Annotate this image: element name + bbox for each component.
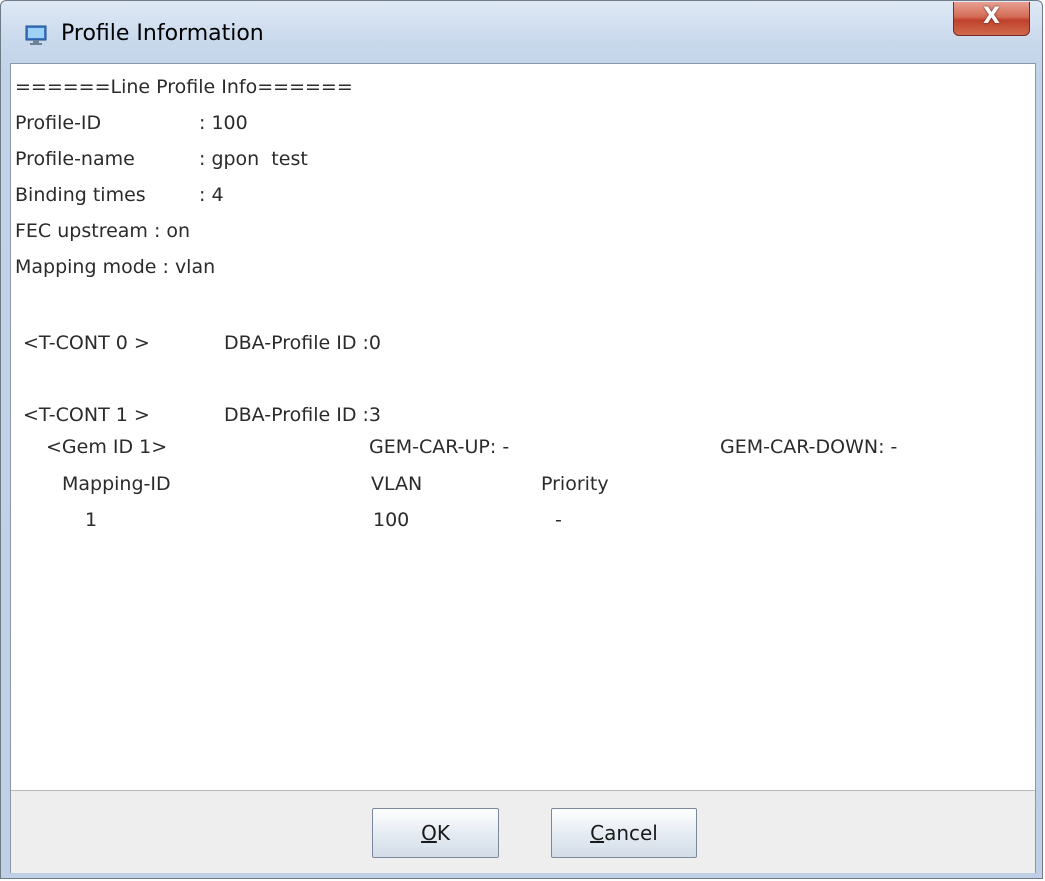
gem-car-down: GEM-CAR-DOWN: - — [720, 436, 898, 458]
profile-information-dialog: Profile Information X ======Line Profile… — [0, 0, 1043, 879]
cancel-label-rest: ancel — [604, 821, 658, 845]
binding-times-label: Binding times — [15, 184, 146, 206]
close-icon: X — [983, 4, 1000, 29]
row-mapping-id: 1 — [85, 509, 98, 531]
col-header-priority: Priority — [541, 473, 609, 495]
profile-id-label: Profile-ID — [15, 112, 102, 134]
ok-button[interactable]: OK — [372, 808, 499, 858]
close-button[interactable]: X — [953, 2, 1030, 36]
profile-id-value: : 100 — [199, 112, 248, 134]
profile-name-value: : gpon test — [199, 148, 308, 170]
gem-id-label: <Gem ID 1> — [46, 436, 168, 458]
cancel-button[interactable]: Cancel — [551, 808, 697, 858]
profile-info-text: ======Line Profile Info====== Profile-ID… — [15, 67, 1033, 789]
info-header: ======Line Profile Info====== — [15, 76, 353, 98]
button-bar: OK Cancel — [11, 790, 1035, 873]
ok-mnemonic: O — [421, 821, 437, 845]
tcont-1-label: <T-CONT 1 > — [23, 404, 150, 426]
binding-times-value: : 4 — [199, 184, 224, 206]
tcont-1-dba-profile: DBA-Profile ID :3 — [224, 404, 381, 426]
ok-label-rest: K — [436, 821, 450, 845]
window-app-icon — [25, 25, 47, 45]
cancel-mnemonic: C — [590, 821, 605, 845]
col-header-mapping-id: Mapping-ID — [62, 473, 171, 495]
col-header-vlan: VLAN — [371, 473, 423, 495]
row-priority: - — [555, 509, 562, 531]
fec-upstream: FEC upstream : on — [15, 220, 191, 242]
dialog-title: Profile Information — [61, 21, 264, 46]
tcont-0-label: <T-CONT 0 > — [23, 332, 150, 354]
row-vlan: 100 — [373, 509, 410, 531]
title-bar[interactable]: Profile Information X — [1, 1, 1042, 63]
profile-name-label: Profile-name — [15, 148, 135, 170]
mapping-mode: Mapping mode : vlan — [15, 256, 216, 278]
tcont-0-dba-profile: DBA-Profile ID :0 — [224, 332, 381, 354]
gem-car-up: GEM-CAR-UP: - — [369, 436, 510, 458]
